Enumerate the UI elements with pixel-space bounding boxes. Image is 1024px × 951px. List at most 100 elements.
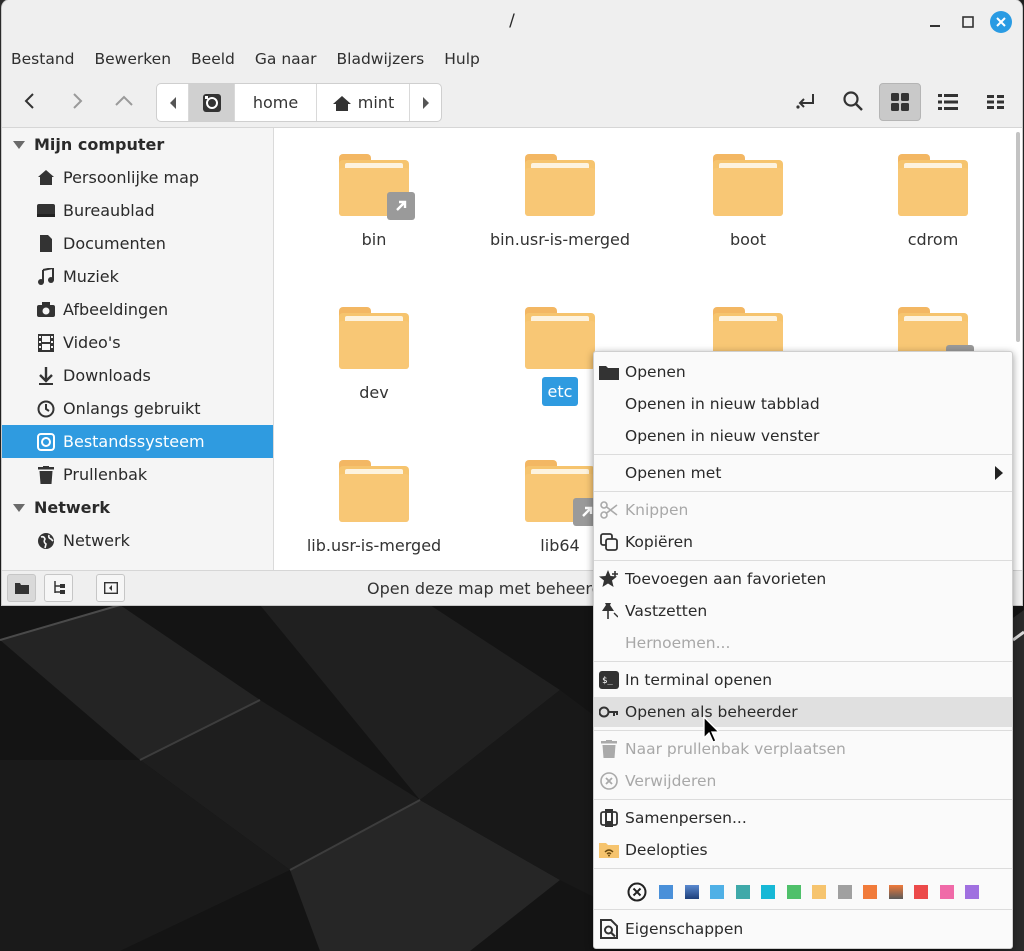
menu-separator — [594, 454, 1012, 455]
color-swatch-red[interactable] — [914, 885, 928, 899]
sidebar: Mijn computer Persoonlijke map Bureaubla… — [2, 128, 274, 570]
close-button[interactable] — [989, 10, 1013, 34]
menu-item-copy[interactable]: Kopiëren — [594, 527, 1012, 557]
menu-separator — [594, 868, 1012, 869]
menu-item-open-new-window[interactable]: Openen in nieuw venster — [594, 421, 1012, 451]
sidebar-section-network[interactable]: Netwerk — [2, 491, 273, 524]
reset-color-icon[interactable] — [627, 882, 647, 902]
sidebar-item-desktop[interactable]: Bureaublad — [2, 194, 273, 227]
sidebar-item-trash[interactable]: Prullenbak — [2, 458, 273, 491]
menu-item-cut[interactable]: Knippen — [594, 495, 1012, 525]
maximize-button[interactable] — [956, 10, 980, 34]
toggle-location-button[interactable] — [791, 86, 821, 116]
sidebar-section-my-computer[interactable]: Mijn computer — [2, 128, 273, 161]
path-scroll-left[interactable] — [157, 84, 189, 121]
color-swatch-brown[interactable] — [888, 885, 903, 899]
path-segment-home[interactable]: home — [235, 84, 317, 121]
color-swatch-navy[interactable] — [684, 885, 699, 899]
folder-name: lib.usr-is-merged — [306, 536, 442, 555]
menu-separator — [594, 730, 1012, 731]
status-text: Open deze map met beheerder — [367, 579, 619, 598]
menu-separator — [594, 799, 1012, 800]
sidebar-item-label: Documenten — [63, 234, 166, 253]
menu-hulp[interactable]: Hulp — [444, 50, 480, 68]
path-segment-root[interactable] — [189, 84, 235, 121]
menu-beeld[interactable]: Beeld — [191, 50, 235, 68]
back-button[interactable] — [15, 86, 45, 116]
color-swatch-orange[interactable] — [863, 885, 877, 899]
sidebar-item-videos[interactable]: Video's — [2, 326, 273, 359]
show-places-button[interactable] — [7, 574, 36, 602]
folder-item[interactable]: dev — [289, 307, 459, 402]
menu-item-open-new-tab[interactable]: Openen in nieuw tabblad — [594, 389, 1012, 419]
search-button[interactable] — [838, 86, 868, 116]
maximize-icon — [962, 16, 974, 28]
sidebar-item-label: Bureaublad — [63, 201, 155, 220]
up-button[interactable] — [109, 86, 139, 116]
folder-name: boot — [729, 230, 766, 249]
menu-item-rename[interactable]: Hernoemen... — [594, 628, 1012, 658]
menu-bewerken[interactable]: Bewerken — [94, 50, 171, 68]
menu-item-properties[interactable]: Eigenschappen — [594, 914, 1012, 944]
sidebar-item-label: Bestandssysteem — [63, 432, 205, 451]
color-swatch-blue[interactable] — [659, 885, 673, 899]
sidebar-item-pictures[interactable]: Afbeeldingen — [2, 293, 273, 326]
scissors-icon — [599, 500, 619, 520]
path-segment-mint[interactable]: mint — [317, 84, 410, 121]
list-view-button[interactable] — [927, 83, 969, 121]
menu-item-compress[interactable]: Samenpersen... — [594, 803, 1012, 833]
delete-icon — [599, 771, 619, 791]
color-swatch-purple[interactable] — [965, 885, 979, 899]
folder-item[interactable]: cdrom — [848, 154, 1018, 249]
color-swatch-yellow[interactable] — [812, 885, 826, 899]
menu-item-open-as-root[interactable]: Openen als beheerder — [594, 697, 1012, 727]
tree-icon — [53, 581, 65, 594]
folder-item[interactable]: bin — [289, 154, 459, 249]
color-swatch-teal[interactable] — [735, 885, 750, 899]
color-swatch-cyan[interactable] — [761, 885, 775, 899]
folder-item[interactable]: boot — [663, 154, 833, 249]
sidebar-item-downloads[interactable]: Downloads — [2, 359, 273, 392]
hide-sidebar-button[interactable] — [96, 574, 125, 602]
forward-button[interactable] — [62, 86, 92, 116]
menu-item-pin[interactable]: Vastzetten — [594, 596, 1012, 626]
menu-item-open[interactable]: Openen — [594, 357, 1012, 387]
compact-view-button[interactable] — [975, 83, 1017, 121]
sidebar-item-filesystem[interactable]: Bestandssysteem — [2, 425, 273, 458]
menu-separator — [594, 560, 1012, 561]
sidebar-item-music[interactable]: Muziek — [2, 260, 273, 293]
close-icon — [990, 11, 1012, 33]
titlebar: / — [2, 0, 1022, 44]
sidebar-item-recent[interactable]: Onlangs gebruikt — [2, 392, 273, 425]
search-icon — [843, 91, 863, 111]
sidebar-item-network[interactable]: Netwerk — [2, 524, 273, 557]
folder-item[interactable]: bin.usr-is-merged — [475, 154, 645, 249]
scrollbar-thumb[interactable] — [1016, 132, 1020, 342]
color-swatch-light-blue[interactable] — [710, 885, 724, 899]
download-icon — [37, 366, 55, 385]
path-scroll-right[interactable] — [410, 84, 441, 121]
sidebar-item-label: Afbeeldingen — [63, 300, 169, 319]
sidebar-item-home[interactable]: Persoonlijke map — [2, 161, 273, 194]
icon-view-button[interactable] — [879, 83, 921, 121]
minimize-button[interactable] — [923, 10, 947, 34]
color-swatch-green[interactable] — [786, 885, 801, 899]
show-tree-button[interactable] — [44, 574, 73, 602]
color-swatch-pink[interactable] — [939, 885, 954, 899]
menu-ga-naar[interactable]: Ga naar — [255, 50, 317, 68]
menu-item-move-to-trash[interactable]: Naar prullenbak verplaatsen — [594, 734, 1012, 764]
menu-item-add-favorites[interactable]: Toevoegen aan favorieten — [594, 564, 1012, 594]
folder-item[interactable]: lib.usr-is-merged — [289, 460, 459, 555]
location-entry-icon — [796, 94, 814, 109]
menu-bestand[interactable]: Bestand — [11, 50, 74, 68]
star-icon — [599, 569, 619, 589]
submenu-arrow-icon — [995, 466, 1003, 480]
menu-item-delete[interactable]: Verwijderen — [594, 766, 1012, 796]
menu-item-share[interactable]: Deelopties — [594, 835, 1012, 865]
menu-bladwijzers[interactable]: Bladwijzers — [337, 50, 425, 68]
path-segment-home-label: home — [252, 93, 299, 112]
color-swatch-grey[interactable] — [837, 885, 852, 899]
menu-item-open-with[interactable]: Openen met — [594, 458, 1012, 488]
sidebar-item-documents[interactable]: Documenten — [2, 227, 273, 260]
menu-item-open-terminal[interactable]: $_ In terminal openen — [594, 665, 1012, 695]
